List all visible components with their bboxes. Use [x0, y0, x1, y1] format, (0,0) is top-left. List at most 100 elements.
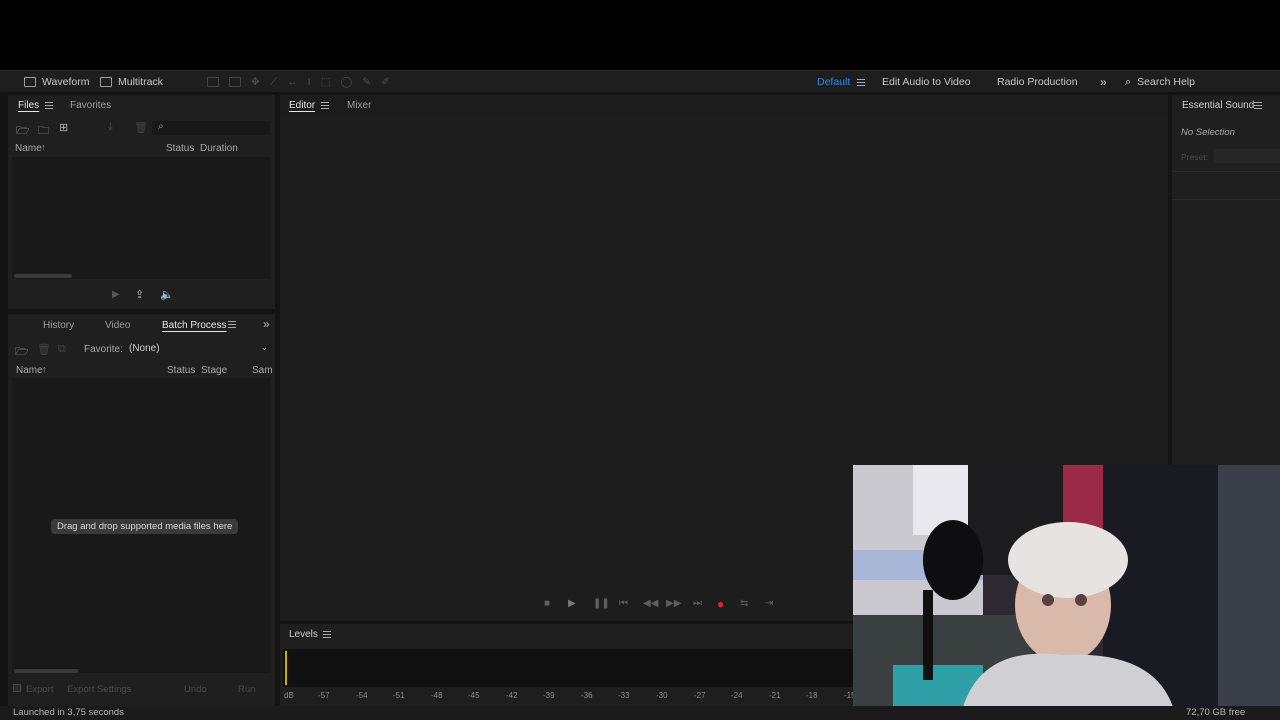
levels-menu-icon[interactable]	[323, 631, 331, 638]
sort-arrow-icon: ↑	[41, 142, 46, 152]
move-tool-icon[interactable]: ✥	[251, 76, 260, 88]
tool-icons: ✥ ⟋ ↔ I ⬚ ◯ ✎ ✐	[207, 74, 390, 90]
level-tick: -42	[506, 691, 518, 700]
slip-tool-icon[interactable]: ↔	[287, 76, 298, 88]
tab-video[interactable]: Video	[105, 320, 130, 331]
pitch-display-icon[interactable]	[229, 77, 241, 87]
preset-label: Preset:	[1181, 152, 1208, 162]
multitrack-button[interactable]: Multitrack	[100, 74, 163, 90]
stop-icon[interactable]: ■	[544, 598, 550, 609]
level-tick: -24	[731, 691, 743, 700]
time-selection-tool-icon[interactable]: I	[308, 76, 311, 88]
editor-menu-icon[interactable]	[321, 102, 329, 109]
marquee-tool-icon[interactable]: ⬚	[321, 76, 331, 88]
top-toolbar: Waveform Multitrack ✥ ⟋ ↔ I ⬚ ◯ ✎ ✐ Defa…	[0, 70, 1280, 92]
skip-to-start-icon[interactable]: ⏮	[619, 598, 628, 609]
level-tick: dB	[284, 691, 294, 700]
levels-title: Levels	[289, 629, 318, 640]
column-status[interactable]: Status	[166, 143, 194, 154]
fast-forward-icon[interactable]: ▶▶	[666, 598, 681, 609]
files-scrollbar[interactable]	[14, 274, 72, 278]
skip-to-end-icon[interactable]: ⏭	[693, 598, 702, 609]
divider	[1172, 199, 1280, 200]
delete-icon[interactable]: 🗑	[134, 121, 148, 134]
level-tick: -36	[581, 691, 593, 700]
workspace-menu-icon[interactable]	[857, 79, 865, 86]
search-icon: ⌕	[1125, 75, 1132, 88]
loop-icon[interactable]: ⇪	[135, 288, 144, 301]
column-status[interactable]: Status	[167, 365, 195, 376]
spectral-display-icon[interactable]	[207, 77, 219, 87]
record-icon[interactable]: ●	[717, 597, 724, 611]
column-stage[interactable]: Stage	[201, 365, 227, 376]
essential-sound-title: Essential Sound	[1182, 100, 1255, 111]
tab-history[interactable]: History	[43, 320, 74, 331]
favorite-select-value: (None)	[129, 343, 160, 354]
waveform-icon	[24, 77, 36, 87]
lasso-tool-icon[interactable]: ◯	[341, 76, 353, 88]
level-tick: -39	[543, 691, 555, 700]
tab-files[interactable]: Files	[18, 100, 39, 111]
pause-icon[interactable]: ❚❚	[593, 598, 610, 609]
waveform-button[interactable]: Waveform	[24, 74, 89, 90]
export-checkbox[interactable]	[13, 684, 21, 692]
workspace-default[interactable]: Default	[817, 74, 850, 90]
column-name[interactable]: Name	[15, 143, 42, 154]
new-file-icon[interactable]: ⊞	[59, 121, 68, 134]
preset-select[interactable]	[1214, 149, 1280, 163]
batch-panel-menu-icon[interactable]	[228, 321, 236, 328]
open-file-icon[interactable]: 🗁	[15, 343, 29, 362]
spot-healing-tool-icon[interactable]: ✐	[381, 76, 390, 88]
tab-mixer[interactable]: Mixer	[347, 100, 371, 111]
webcam-overlay	[853, 465, 1280, 707]
search-help-field[interactable]: ⌕ Search Help	[1125, 74, 1195, 90]
autoplay-speaker-icon[interactable]: 🔈	[160, 288, 174, 301]
import-file-icon[interactable]: 🗀	[38, 122, 49, 141]
files-panel-menu-icon[interactable]	[45, 102, 53, 109]
tab-batch-process[interactable]: Batch Process	[162, 320, 226, 331]
workspace-radio-production-label: Radio Production	[997, 76, 1078, 88]
tab-editor[interactable]: Editor	[289, 100, 315, 111]
run-button[interactable]: Run	[238, 684, 255, 695]
favorite-label: Favorite:	[84, 344, 123, 355]
workspace-edit-audio-to-video[interactable]: Edit Audio to Video	[882, 74, 971, 90]
level-tick: -30	[656, 691, 668, 700]
export-label: Export	[26, 684, 54, 695]
workspace-radio-production[interactable]: Radio Production	[997, 74, 1078, 90]
column-duration[interactable]: Duration	[200, 143, 238, 154]
files-search-input[interactable]: ⌕	[152, 121, 270, 135]
column-sample-rate[interactable]: Sam	[252, 365, 273, 376]
more-panels-icon[interactable]: »	[263, 317, 270, 331]
level-tick: -33	[618, 691, 630, 700]
insert-icon[interactable]: ⤓	[108, 121, 113, 134]
favorite-select[interactable]: (None) ⌄	[125, 342, 270, 357]
undo-button[interactable]: Undo	[184, 684, 207, 695]
export-settings-button[interactable]: Export Settings	[67, 684, 131, 695]
delete-icon[interactable]: 🗑	[37, 343, 51, 356]
divider	[1172, 171, 1280, 172]
webcam-image	[853, 465, 1280, 707]
open-file-icon[interactable]: 🗁	[16, 122, 30, 141]
tab-favorites[interactable]: Favorites	[70, 100, 111, 111]
play-icon[interactable]: ▶	[112, 289, 120, 300]
brush-tool-icon[interactable]: ✎	[362, 76, 371, 88]
column-name[interactable]: Name	[16, 365, 43, 376]
multitrack-label: Multitrack	[118, 76, 163, 88]
more-workspaces-icon[interactable]: »	[1100, 74, 1107, 90]
clear-icon[interactable]: ⧉	[58, 343, 66, 356]
skip-selection-icon[interactable]: ⇥	[765, 598, 773, 609]
level-tick: -27	[694, 691, 706, 700]
essential-sound-panel: Essential Sound No Selection Preset:	[1172, 95, 1280, 465]
search-help-placeholder: Search Help	[1137, 76, 1195, 88]
batch-scrollbar[interactable]	[14, 669, 78, 673]
search-icon: ⌕	[158, 121, 164, 132]
essential-sound-menu-icon[interactable]	[1254, 102, 1262, 109]
files-list	[12, 157, 270, 279]
play-icon[interactable]: ▶	[568, 598, 576, 609]
chevron-down-icon: ⌄	[260, 342, 268, 352]
loop-playback-icon[interactable]: ⇆	[740, 598, 748, 609]
level-tick: -18	[806, 691, 818, 700]
level-tick: -57	[318, 691, 330, 700]
rewind-icon[interactable]: ◀◀	[643, 598, 658, 609]
razor-tool-icon[interactable]: ⟋	[270, 76, 277, 89]
